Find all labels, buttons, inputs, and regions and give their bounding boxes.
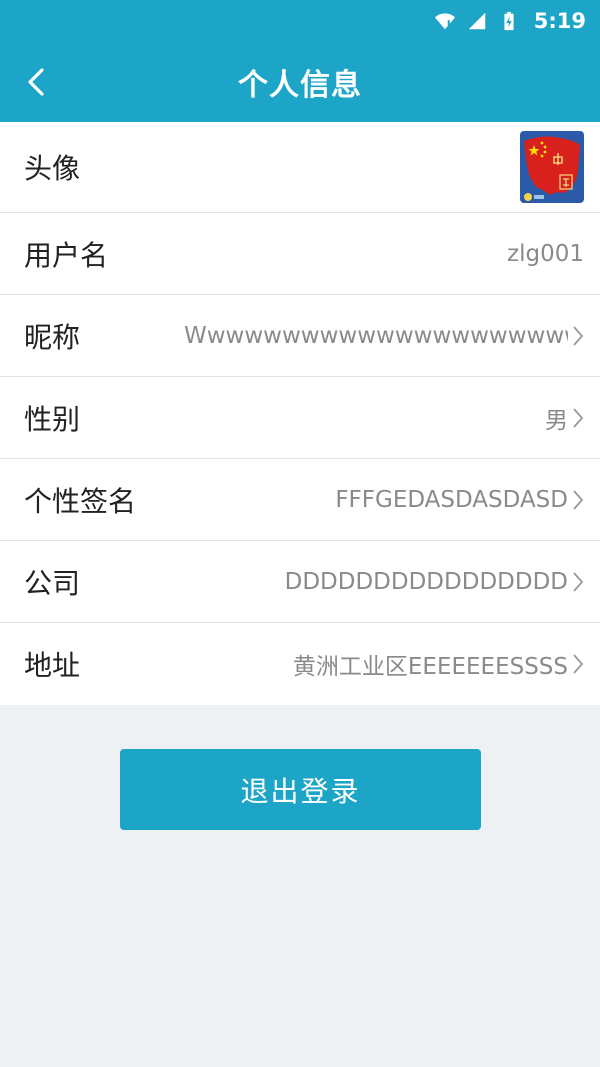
avatar-row[interactable]: 头像: [0, 122, 600, 213]
wifi-icon: [434, 13, 455, 30]
signature-row[interactable]: 个性签名 FFFGEDASDASDASD: [0, 459, 600, 541]
avatar-label: 头像: [24, 152, 81, 185]
gender-row[interactable]: 性别 男: [0, 377, 600, 459]
company-value-wrap: DDDDDDDDDDDDDDDD: [285, 569, 584, 595]
gender-value: 男: [545, 407, 568, 434]
chevron-right-icon: [573, 654, 584, 674]
address-row[interactable]: 地址 黄洲工业区EEEEEEESSSS: [0, 623, 600, 705]
nickname-row[interactable]: 昵称 Wwwwwwwwwwwwwwwwwwwwww: [0, 295, 600, 377]
status-bar: 5:19: [0, 0, 600, 42]
username-label: 用户名: [24, 238, 109, 272]
company-value: DDDDDDDDDDDDDDDD: [284, 568, 568, 595]
signature-value-wrap: FFFGEDASDASDASD: [335, 487, 584, 513]
logout-button[interactable]: 退出登录: [120, 749, 481, 830]
address-value: 黄洲工业区EEEEEEESSSS: [292, 654, 568, 680]
battery-charging-icon: [504, 11, 514, 31]
profile-list: 头像 用户名 zlg001 昵称 Wwwwwwwwwwwwwwwwwwwwww: [0, 122, 600, 705]
app-bar: 个人信息: [0, 42, 600, 122]
address-value-wrap: 黄洲工业区EEEEEEESSSS: [293, 647, 584, 681]
username-value-wrap: zlg001: [507, 241, 584, 267]
page-title: 个人信息: [238, 68, 362, 103]
status-time: 5:19: [533, 9, 586, 33]
chevron-right-icon: [573, 571, 584, 592]
nickname-label: 昵称: [24, 320, 81, 354]
address-label: 地址: [24, 649, 81, 682]
username-value: zlg001: [507, 240, 584, 267]
username-row[interactable]: 用户名 zlg001: [0, 213, 600, 295]
nickname-value: Wwwwwwwwwwwwwwwwwwwwww: [184, 322, 568, 349]
signature-value: FFFGEDASDASDASD: [335, 486, 568, 513]
chevron-right-icon: [573, 489, 584, 510]
company-row[interactable]: 公司 DDDDDDDDDDDDDDDD: [0, 541, 600, 623]
chevron-right-icon: [573, 325, 584, 346]
signature-label: 个性签名: [24, 484, 137, 518]
gender-value-wrap: 男: [545, 401, 584, 435]
chevron-right-icon: [573, 407, 584, 428]
gender-label: 性别: [24, 402, 81, 436]
avatar[interactable]: [520, 131, 584, 203]
cell-signal-icon: [468, 12, 486, 30]
company-label: 公司: [24, 566, 81, 600]
nickname-value-wrap: Wwwwwwwwwwwwwwwwwwwwww: [184, 323, 584, 349]
